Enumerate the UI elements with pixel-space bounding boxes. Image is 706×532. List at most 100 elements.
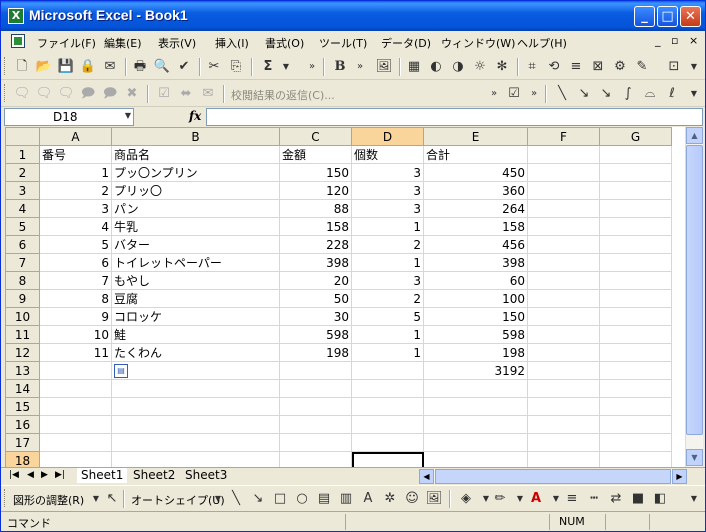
cell-F9[interactable]: [527, 289, 600, 308]
cell-E4[interactable]: 264: [423, 199, 528, 218]
cell-F17[interactable]: [527, 433, 600, 452]
cell-E5[interactable]: 158: [423, 217, 528, 236]
cell-B12[interactable]: たくわん: [111, 343, 280, 362]
insert-picture-icon[interactable]: 🖼: [425, 490, 443, 508]
cell-G12[interactable]: [599, 343, 672, 362]
new-icon[interactable]: 🗋: [13, 58, 31, 76]
row-header[interactable]: 2: [5, 163, 40, 182]
cell-C13[interactable]: [279, 361, 352, 380]
scroll-left-icon[interactable]: ◀: [419, 469, 434, 484]
cell-D16[interactable]: [351, 415, 424, 434]
cell-B16[interactable]: [111, 415, 280, 434]
title-bar[interactable]: X Microsoft Excel - Book1 _ □ ✕: [1, 1, 705, 31]
cell-G5[interactable]: [599, 217, 672, 236]
picture-icon[interactable]: 🖼: [375, 58, 393, 76]
cell-C11[interactable]: 598: [279, 325, 352, 344]
cell-B3[interactable]: プリッ〇: [111, 181, 280, 200]
cell-E8[interactable]: 60: [423, 271, 528, 290]
cell-B18[interactable]: [111, 451, 280, 467]
cell-G3[interactable]: [599, 181, 672, 200]
cell-E18[interactable]: [423, 451, 528, 467]
autosum-button[interactable]: Σ: [259, 58, 277, 76]
fill-color-icon[interactable]: ◈: [457, 490, 475, 508]
cell-D6[interactable]: 2: [351, 235, 424, 254]
spelling-icon[interactable]: ✔: [175, 58, 193, 76]
cut-icon[interactable]: ✂: [205, 58, 223, 76]
cell-C6[interactable]: 228: [279, 235, 352, 254]
doc-close-button[interactable]: ×: [689, 34, 698, 47]
prev-sheet-icon[interactable]: ◀: [27, 470, 34, 480]
cell-D10[interactable]: 5: [351, 307, 424, 326]
cell-E9[interactable]: 100: [423, 289, 528, 308]
cell-E10[interactable]: 150: [423, 307, 528, 326]
menu-data[interactable]: データ(D): [381, 35, 431, 51]
more-brightness-icon[interactable]: ☼: [471, 58, 489, 76]
toolbar-overflow-icon[interactable]: »: [485, 85, 503, 103]
last-sheet-icon[interactable]: ▶|: [55, 470, 65, 480]
row-header[interactable]: 10: [5, 307, 40, 326]
image-control-icon[interactable]: ▦: [405, 58, 423, 76]
cell-G9[interactable]: [599, 289, 672, 308]
cell-B15[interactable]: [111, 397, 280, 416]
oval-icon[interactable]: ○: [293, 490, 311, 508]
workbook-icon[interactable]: [11, 34, 25, 48]
select-objects-icon[interactable]: ↖: [103, 490, 121, 508]
cell-D14[interactable]: [351, 379, 424, 398]
menu-insert[interactable]: 挿入(I): [215, 35, 249, 51]
cell-C8[interactable]: 20: [279, 271, 352, 290]
curve-icon[interactable]: ⌓: [641, 85, 659, 103]
cell-B6[interactable]: バター: [111, 235, 280, 254]
line-color-icon[interactable]: ✏: [491, 490, 509, 508]
menu-help[interactable]: ヘルプ(H): [517, 35, 567, 51]
excel-app-icon[interactable]: X: [8, 8, 24, 24]
cell-G4[interactable]: [599, 199, 672, 218]
line-icon[interactable]: ╲: [227, 490, 245, 508]
cell-G18[interactable]: [599, 451, 672, 467]
menu-tools[interactable]: ツール(T): [319, 35, 367, 51]
cell-E3[interactable]: 360: [423, 181, 528, 200]
column-header[interactable]: E: [423, 127, 528, 146]
cell-A7[interactable]: 6: [39, 253, 112, 272]
cell-D18[interactable]: [351, 451, 424, 467]
close-button[interactable]: ✕: [680, 6, 701, 27]
sheet-tab-sheet3[interactable]: Sheet3: [181, 468, 231, 483]
toolbar-overflow-icon[interactable]: »: [351, 58, 369, 76]
row-header[interactable]: 4: [5, 199, 40, 218]
cell-D17[interactable]: [351, 433, 424, 452]
cell-B9[interactable]: 豆腐: [111, 289, 280, 308]
toolbar-grip[interactable]: [4, 57, 7, 75]
cell-D12[interactable]: 1: [351, 343, 424, 362]
cell-F3[interactable]: [527, 181, 600, 200]
rotate-icon[interactable]: ⟲: [545, 58, 563, 76]
cell-E15[interactable]: [423, 397, 528, 416]
vertical-scrollbar[interactable]: ▲ ▼: [685, 127, 703, 467]
scribble-icon[interactable]: ℓ: [663, 85, 681, 103]
cell-D4[interactable]: 3: [351, 199, 424, 218]
cell-C18[interactable]: [279, 451, 352, 467]
cell-D11[interactable]: 1: [351, 325, 424, 344]
minimize-button[interactable]: _: [634, 6, 655, 27]
permission-icon[interactable]: 🔒: [79, 58, 97, 76]
cell-G10[interactable]: [599, 307, 672, 326]
next-sheet-icon[interactable]: ▶: [41, 470, 48, 480]
toolbar-grip[interactable]: [4, 489, 7, 507]
cell-B11[interactable]: 鮭: [111, 325, 280, 344]
row-header[interactable]: 16: [5, 415, 40, 434]
name-box[interactable]: D18: [4, 108, 134, 126]
cell-F2[interactable]: [527, 163, 600, 182]
less-brightness-icon[interactable]: ✻: [493, 58, 511, 76]
doc-restore-button[interactable]: ▫: [671, 34, 678, 47]
cell-B2[interactable]: プッ〇ンプリン: [111, 163, 280, 182]
cell-G7[interactable]: [599, 253, 672, 272]
menu-edit[interactable]: 編集(E): [104, 35, 142, 51]
arrow-draw-icon[interactable]: ↘: [575, 85, 593, 103]
cell-G1[interactable]: [599, 145, 672, 164]
cell-C15[interactable]: [279, 397, 352, 416]
cell-G11[interactable]: [599, 325, 672, 344]
cell-F13[interactable]: [527, 361, 600, 380]
format-picture-icon[interactable]: ⚙: [611, 58, 629, 76]
row-header[interactable]: 9: [5, 289, 40, 308]
cell-A5[interactable]: 4: [39, 217, 112, 236]
column-header[interactable]: F: [527, 127, 600, 146]
cell-F12[interactable]: [527, 343, 600, 362]
